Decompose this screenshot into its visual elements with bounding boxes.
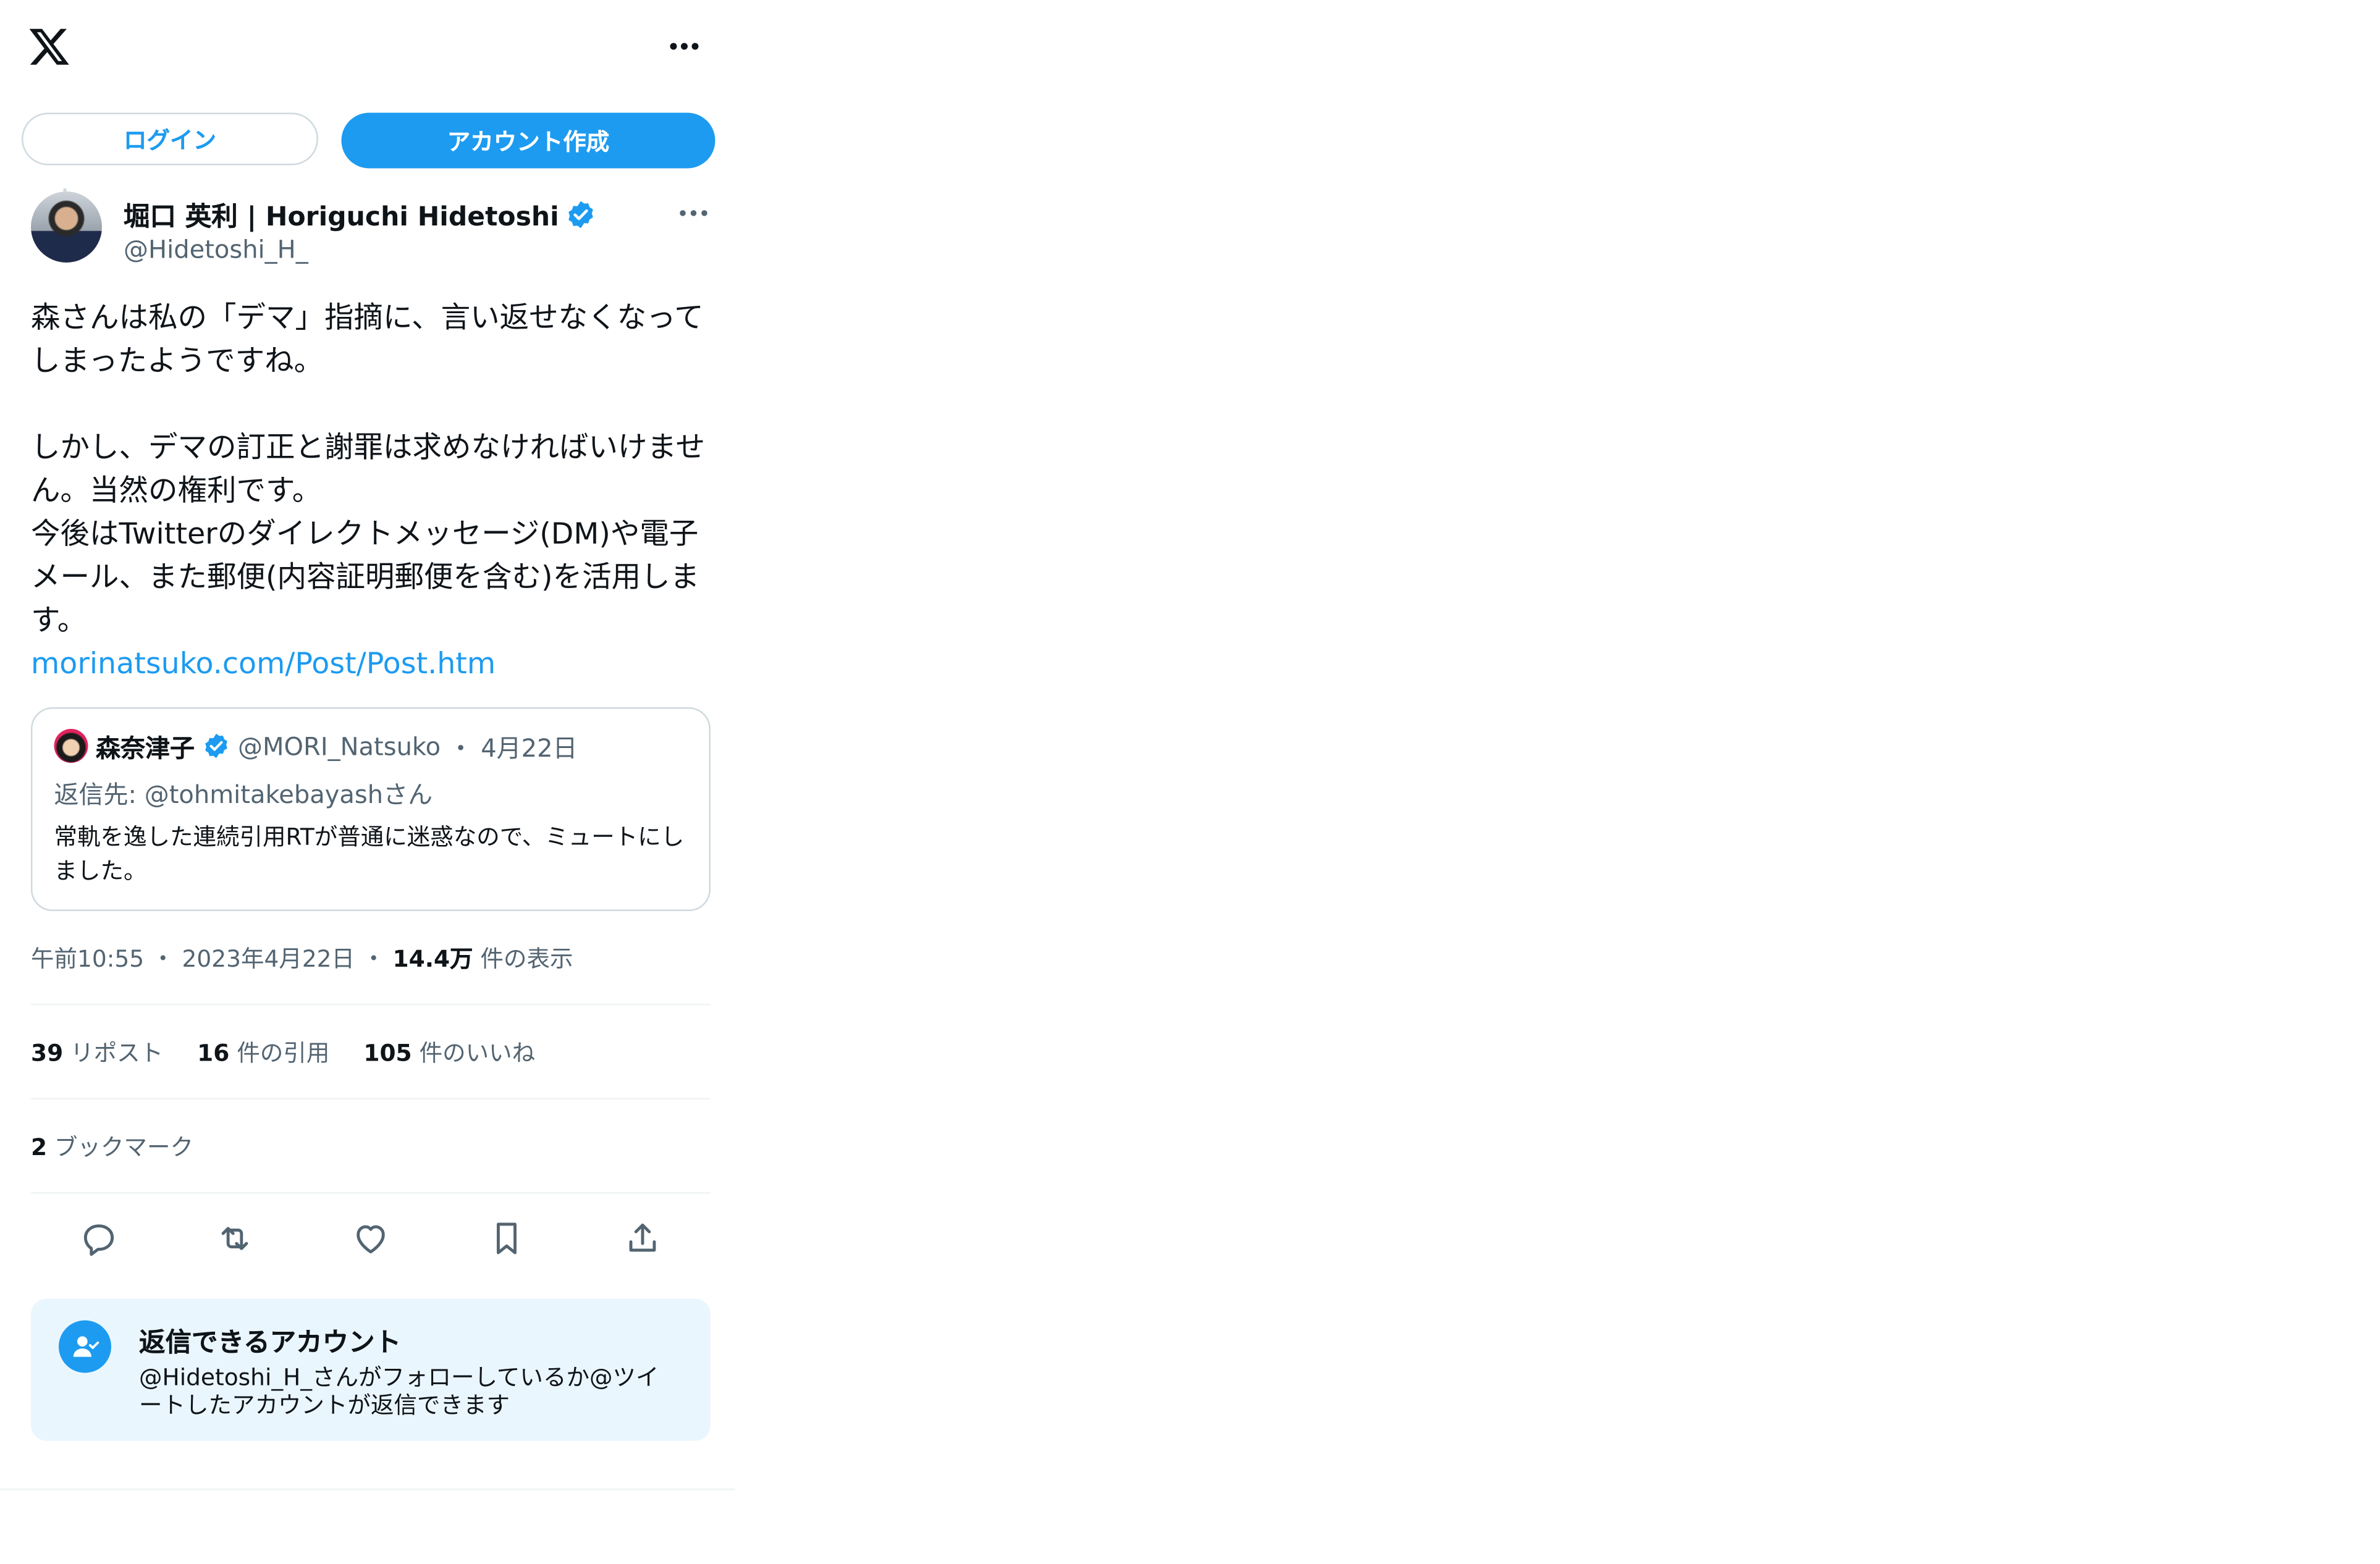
person-check-icon bbox=[59, 1320, 111, 1373]
tweet-paragraph-2: しかし、デマの訂正と謝罪は求めなければいけません。当然の権利です。 bbox=[31, 431, 706, 508]
page: ログイン アカウント作成 堀口 英利 | Horiguchi Hidetoshi… bbox=[0, 0, 2380, 1564]
reply-restriction-description: @Hidetoshi_H_さんがフォローしているか@ツイートしたアカウントが返信… bbox=[139, 1363, 659, 1419]
repost-icon[interactable] bbox=[215, 1219, 255, 1259]
divider bbox=[0, 1489, 735, 1490]
bookmarks-stat[interactable]: 2 ブックマーク bbox=[31, 1130, 193, 1162]
quotes-stat[interactable]: 16 件の引用 bbox=[197, 1035, 329, 1068]
quoted-avatar bbox=[54, 729, 88, 763]
avatar[interactable] bbox=[31, 191, 102, 263]
x-logo-icon[interactable] bbox=[28, 25, 71, 68]
quoted-date: 4月22日 bbox=[481, 733, 578, 763]
bookmark-icon[interactable] bbox=[487, 1219, 527, 1259]
verified-badge-icon bbox=[568, 200, 593, 228]
signup-button[interactable]: アカウント作成 bbox=[341, 112, 715, 169]
author-name-line: 堀口 英利 | Horiguchi Hidetoshi bbox=[124, 195, 596, 233]
more-horizontal-icon[interactable] bbox=[664, 31, 704, 62]
meta-separator: ・ bbox=[362, 945, 386, 973]
tweet-author: 堀口 英利 | Horiguchi Hidetoshi @Hidetoshi_H… bbox=[31, 176, 711, 290]
author-display-name[interactable]: 堀口 英利 | Horiguchi Hidetoshi bbox=[124, 195, 559, 233]
like-icon[interactable] bbox=[351, 1219, 391, 1259]
bookmark-stats: 2 ブックマーク bbox=[31, 1099, 711, 1192]
quoted-reply-to: 返信先: @tohmitakebayashさん bbox=[54, 780, 433, 810]
top-bar bbox=[0, 0, 741, 96]
verified-badge-icon bbox=[205, 733, 227, 759]
tweet-actions bbox=[31, 1194, 711, 1284]
tweet-link[interactable]: morinatsuko.com/Post/Post.htm bbox=[31, 642, 711, 686]
tweet-paragraph-1: 森さんは私の「デマ」指摘に、言い返せなくなってしまったようですね。 bbox=[31, 301, 704, 379]
tweet-date[interactable]: 2023年4月22日 bbox=[182, 945, 355, 973]
quoted-author-handle: @MORI_Natsuko bbox=[238, 731, 441, 761]
share-icon[interactable] bbox=[623, 1219, 663, 1259]
tweet-text: 森さんは私の「デマ」指摘に、言い返せなくなってしまったようですね。 しかし、デマ… bbox=[31, 296, 711, 686]
tweet: 堀口 英利 | Horiguchi Hidetoshi @Hidetoshi_H… bbox=[0, 176, 741, 1441]
tweet-time[interactable]: 午前10:55 bbox=[31, 945, 144, 973]
views-count: 14.4万 bbox=[392, 945, 473, 973]
reply-restriction-title: 返信できるアカウント bbox=[139, 1328, 402, 1359]
reposts-stat[interactable]: 39 リポスト bbox=[31, 1035, 163, 1068]
tweet-more-icon[interactable] bbox=[677, 201, 711, 225]
tweet-meta: 午前10:55 ・ 2023年4月22日 ・ 14.4万 件の表示 bbox=[31, 942, 711, 979]
quoted-text: 常軌を逸した連続引用RTが普通に迷惑なので、ミュートにしました。 bbox=[54, 823, 685, 885]
auth-buttons: ログイン アカウント作成 bbox=[0, 96, 741, 176]
quoted-author-name: 森奈津子 bbox=[96, 733, 195, 763]
login-button[interactable]: ログイン bbox=[22, 112, 318, 166]
reply-icon[interactable] bbox=[79, 1219, 119, 1259]
views-label: 件の表示 bbox=[480, 945, 573, 973]
quoted-separator: ・ bbox=[448, 733, 473, 763]
quoted-tweet-header: 森奈津子 @MORI_Natsuko ・ 4月22日 bbox=[54, 728, 688, 765]
likes-stat[interactable]: 105 件のいいね bbox=[363, 1035, 535, 1068]
engagement-stats: 39 リポスト 16 件の引用 105 件のいいね bbox=[31, 1006, 711, 1098]
tweet-panel: ログイン アカウント作成 堀口 英利 | Horiguchi Hidetoshi… bbox=[0, 0, 741, 1490]
meta-separator: ・ bbox=[151, 945, 175, 973]
tweet-paragraph-3: 今後はTwitterのダイレクトメッセージ(DM)や電子メール、また郵便(内容証… bbox=[31, 517, 700, 638]
author-handle[interactable]: @Hidetoshi_H_ bbox=[124, 235, 308, 264]
reply-restriction-card: 返信できるアカウント @Hidetoshi_H_さんがフォローしているか@ツイー… bbox=[31, 1298, 711, 1441]
quoted-tweet[interactable]: 森奈津子 @MORI_Natsuko ・ 4月22日 返信先: @tohmita… bbox=[31, 707, 711, 911]
